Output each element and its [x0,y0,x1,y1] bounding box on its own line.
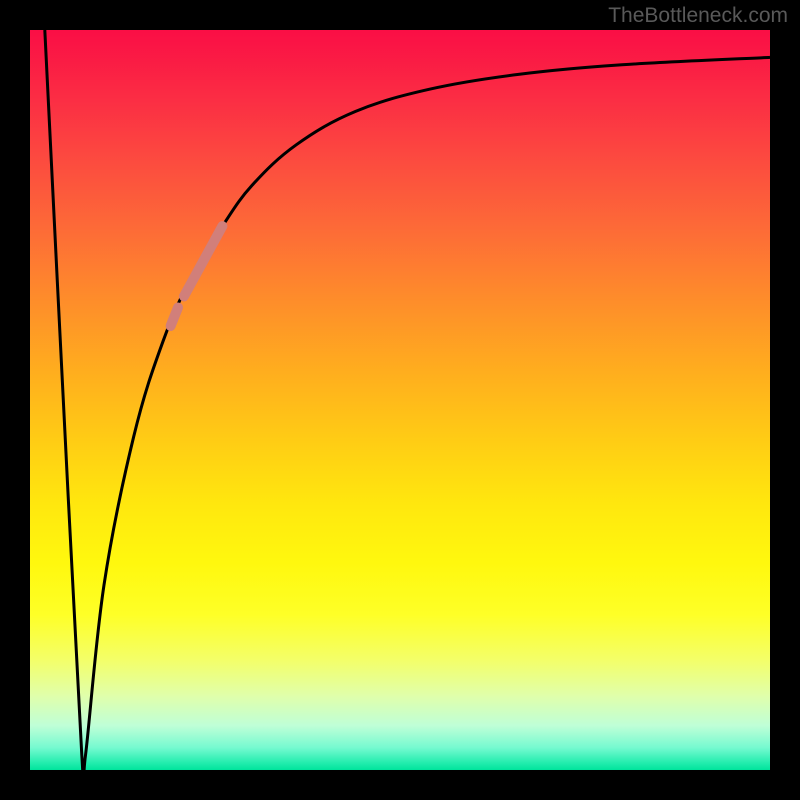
highlight-segment [184,226,222,296]
chart-svg [30,30,770,770]
highlight-dot [171,308,178,327]
attribution-text: TheBottleneck.com [608,4,788,28]
plot-area [30,30,770,770]
bottleneck-curve [45,30,770,770]
